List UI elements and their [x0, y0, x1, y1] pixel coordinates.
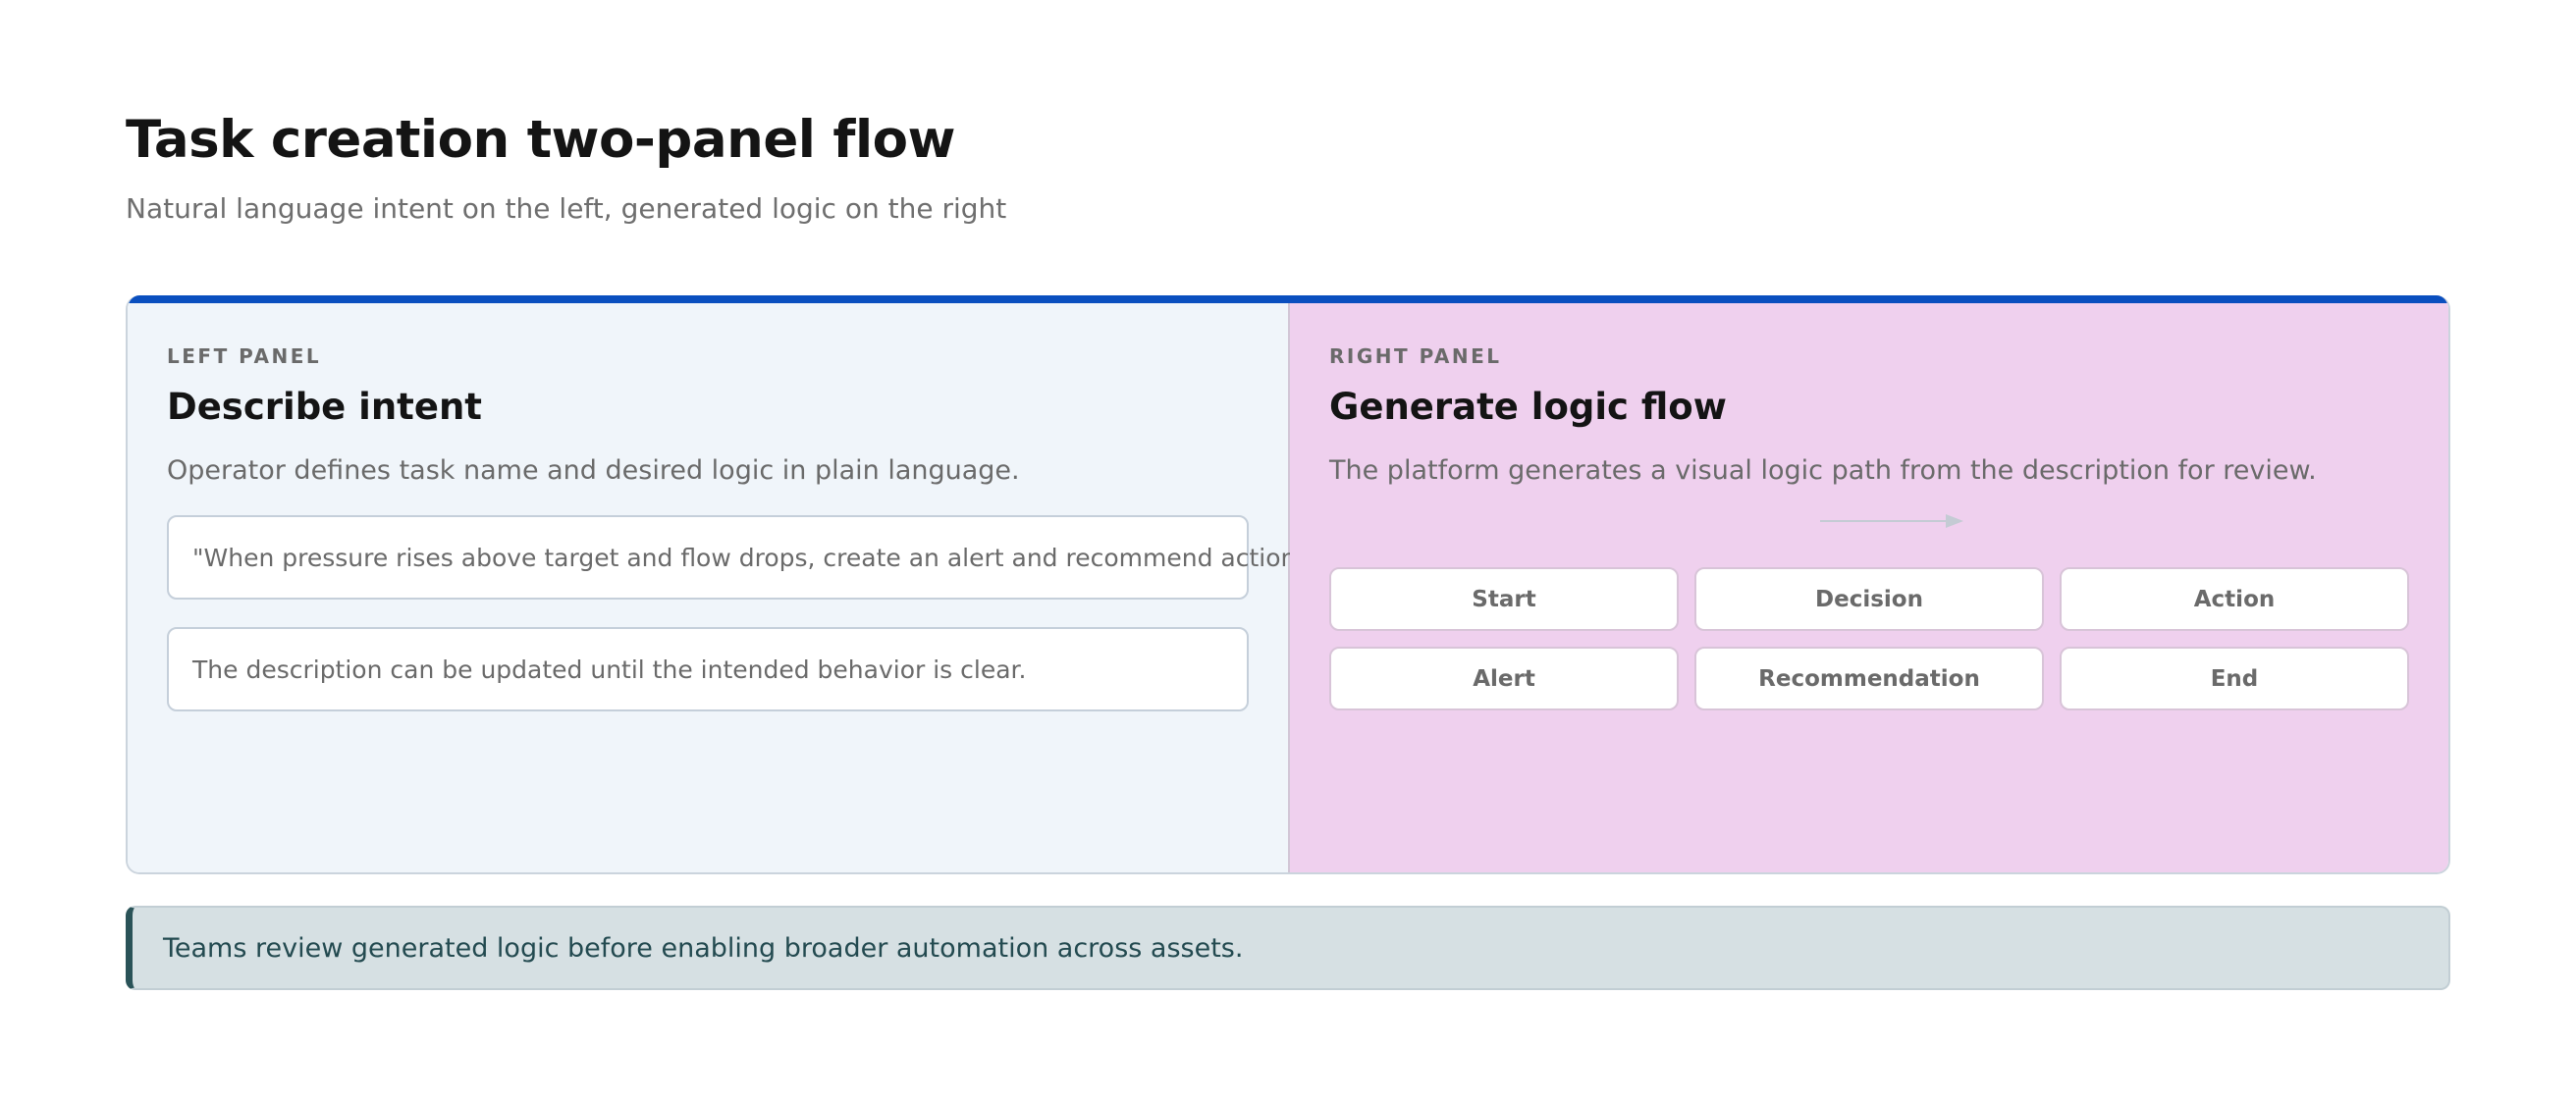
node-action: Action — [2060, 567, 2409, 631]
two-panel-container: LEFT PANEL Describe intent Operator defi… — [126, 295, 2450, 874]
review-note: Teams review generated logic before enab… — [126, 906, 2450, 990]
node-start: Start — [1329, 567, 1679, 631]
right-panel-description: The platform generates a visual logic pa… — [1329, 455, 2317, 486]
page-title: Task creation two-panel flow — [126, 110, 956, 170]
intent-example-box: "When pressure rises above target and fl… — [167, 515, 1315, 600]
right-panel-eyebrow: RIGHT PANEL — [1329, 344, 1502, 368]
left-panel-heading: Describe intent — [167, 386, 482, 428]
node-alert: Alert — [1329, 647, 1679, 710]
flow-arrow-icon — [1820, 514, 1963, 528]
node-end: End — [2060, 647, 2409, 710]
node-decision: Decision — [1694, 567, 2044, 631]
intent-hint-box: The description can be updated until the… — [167, 627, 1249, 711]
right-panel-heading: Generate logic flow — [1329, 386, 1727, 428]
right-panel: RIGHT PANEL Generate logic flow The plat… — [1290, 295, 2448, 872]
left-panel: LEFT PANEL Describe intent Operator defi… — [128, 295, 1315, 872]
left-panel-eyebrow: LEFT PANEL — [167, 344, 322, 368]
logic-node-grid: Start Decision Action Alert Recommendati… — [1329, 567, 2409, 710]
node-recommendation: Recommendation — [1694, 647, 2044, 710]
left-panel-description: Operator defines task name and desired l… — [167, 455, 1020, 486]
page-subtitle: Natural language intent on the left, gen… — [126, 192, 1007, 225]
